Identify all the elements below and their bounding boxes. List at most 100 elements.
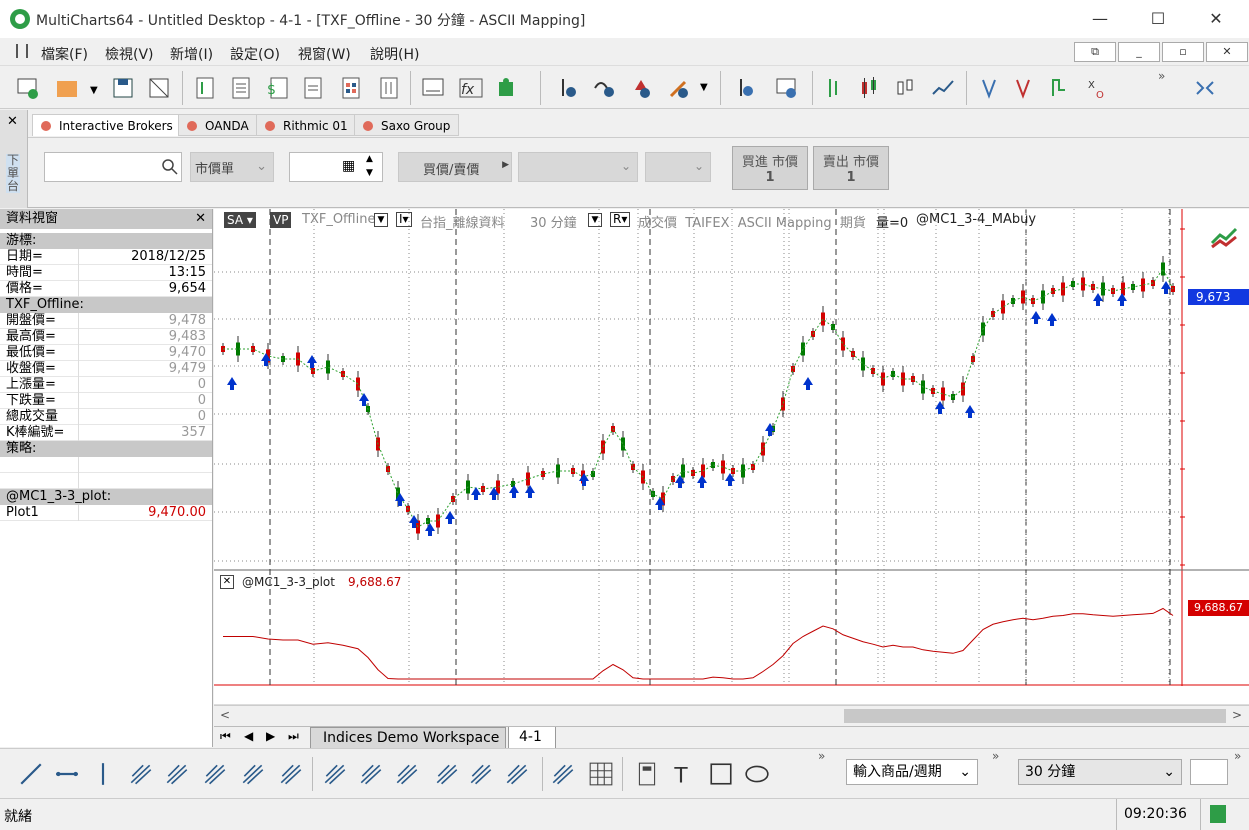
candlestick-icon[interactable] [854, 73, 884, 103]
add-bar-icon[interactable] [552, 73, 582, 103]
collapse-panel-icon[interactable] [1190, 73, 1220, 103]
hollow-candle-icon[interactable] [890, 73, 920, 103]
connection-status-icon[interactable] [1210, 805, 1226, 823]
draw-pen-icon[interactable] [664, 73, 694, 103]
andrews-pitchfork-icon[interactable] [202, 761, 228, 790]
scroll-right-icon[interactable]: > [1232, 708, 1242, 722]
mdi-maximize-icon[interactable]: ▫ [1162, 42, 1204, 62]
tab-indices-demo[interactable]: Indices Demo Workspace [310, 727, 506, 749]
quantity-stepper[interactable]: ▦ ▲ ▼ [289, 152, 383, 182]
toolbar-overflow-icon[interactable]: » [1234, 749, 1241, 763]
doc-icon-4[interactable] [374, 73, 404, 103]
mdi-close-icon[interactable]: ✕ [1206, 42, 1248, 62]
menu-settings[interactable]: 設定(O) [230, 44, 280, 64]
function-icon[interactable]: fx [456, 73, 486, 103]
fib-fan-icon[interactable] [240, 761, 266, 790]
horizontal-scrollbar[interactable]: < > [214, 705, 1249, 726]
chevron-down-icon[interactable]: ▼ [374, 213, 388, 227]
last-tab-icon[interactable]: ⏭ [288, 729, 299, 744]
symbol-input[interactable] [44, 152, 182, 182]
menu-view[interactable]: 檢視(V) [105, 44, 154, 64]
vertical-line-icon[interactable] [90, 761, 116, 790]
broker-tab-oanda[interactable]: OANDA [178, 114, 258, 136]
chevron-down-icon[interactable]: ▼ [588, 213, 602, 227]
instrument-toggle[interactable]: I▾ [396, 212, 412, 227]
renko-icon[interactable] [1008, 73, 1038, 103]
prev-tab-icon[interactable]: ◀ [244, 729, 253, 743]
order-type-select[interactable]: 市價單 ⌄ [190, 152, 274, 182]
line-chart-icon[interactable] [928, 73, 958, 103]
sa-badge[interactable]: SA ▾ [224, 212, 256, 228]
kagi-icon[interactable] [974, 73, 1004, 103]
realtime-toggle[interactable]: R▾ [610, 212, 631, 227]
indicator-window-icon[interactable] [418, 73, 448, 103]
add-signal-icon[interactable] [626, 73, 656, 103]
toolbar-overflow-icon[interactable]: » [1158, 69, 1165, 83]
parallel-lines-icon[interactable] [164, 761, 190, 790]
buy-market-button[interactable]: 買進 市價 1 [732, 146, 808, 190]
maximize-button[interactable]: ☐ [1138, 6, 1178, 32]
strategy-settings-icon[interactable] [730, 73, 760, 103]
close-button[interactable]: ✕ [1196, 6, 1236, 32]
new-chart-icon[interactable] [12, 73, 42, 103]
add-line-icon[interactable] [590, 73, 620, 103]
price-chart[interactable] [214, 209, 1249, 726]
menu-window[interactable]: 視窗(W) [298, 44, 351, 64]
tab-4-1[interactable]: 4-1 [508, 727, 556, 749]
gann-fan-icon[interactable] [278, 761, 304, 790]
draw-dropdown-icon[interactable]: ▼ [700, 82, 708, 93]
folder-dropdown-icon[interactable]: ▼ [90, 85, 98, 96]
channel-icon[interactable] [128, 761, 154, 790]
stepper-up-icon[interactable]: ▲ [366, 154, 373, 164]
stepper-down-icon[interactable]: ▼ [366, 168, 373, 178]
menu-file[interactable]: 檔案(F) [41, 44, 88, 64]
tif-select[interactable]: ⌄ [645, 152, 711, 182]
calculator-icon[interactable]: ▦ [342, 158, 355, 174]
line-break-icon[interactable] [1044, 73, 1074, 103]
doc-icon-1[interactable] [190, 73, 220, 103]
account-select[interactable]: ⌄ [518, 152, 638, 182]
toolbar-overflow-icon[interactable]: » [818, 749, 825, 763]
first-tab-icon[interactable]: ⏮ [220, 729, 231, 744]
scroll-left-icon[interactable]: < [220, 708, 230, 722]
broker-tab-ib[interactable]: Interactive Brokers [32, 114, 182, 136]
open-folder-icon[interactable] [52, 73, 82, 103]
vp-badge[interactable]: VP [270, 212, 292, 228]
point-figure-icon[interactable]: XO [1082, 73, 1112, 103]
window-settings-icon[interactable] [772, 73, 802, 103]
dollar-doc-icon[interactable]: $ [262, 73, 292, 103]
toolbar-overflow-icon[interactable]: » [992, 749, 999, 763]
doc-icon-3[interactable] [298, 73, 328, 103]
grid-tool-icon[interactable] [588, 761, 614, 790]
mdi-minimize-icon[interactable]: _ [1118, 42, 1160, 62]
order-bar-side-label[interactable]: 下單台 [6, 154, 20, 193]
grid-doc-icon[interactable] [336, 73, 366, 103]
ellipse-tool-icon[interactable] [744, 761, 770, 790]
interval-select[interactable]: 30 分鐘 ⌄ [1018, 759, 1182, 785]
trade-signal-icon[interactable] [1210, 223, 1240, 254]
bid-ask-button[interactable]: 買價/賣價 ▶ [398, 152, 512, 182]
fib-time-zones-icon[interactable] [468, 761, 494, 790]
text-tool-icon[interactable]: T [670, 761, 696, 790]
chart-window[interactable]: SA ▾ VP TXF_Offline ▼ I▾ 台指_離線資料 30 分鐘 ▼… [214, 209, 1249, 726]
regression-channel-icon[interactable] [550, 761, 576, 790]
order-bar-close-icon[interactable]: ✕ [7, 114, 18, 129]
broker-tab-rithmic[interactable]: Rithmic 01 [256, 114, 357, 136]
horizontal-line-icon[interactable] [54, 761, 80, 790]
close-icon[interactable]: ✕ [220, 575, 234, 589]
trendline-icon[interactable] [18, 761, 44, 790]
doc-icon-2[interactable] [226, 73, 256, 103]
cycle-lines-icon[interactable] [504, 761, 530, 790]
broker-tab-saxo[interactable]: Saxo Group [354, 114, 460, 136]
rectangle-tool-icon[interactable] [708, 761, 734, 790]
arc-icon[interactable] [434, 761, 460, 790]
angle-line-icon[interactable] [358, 761, 384, 790]
fib-levels-icon[interactable] [322, 761, 348, 790]
menu-insert[interactable]: 新增(I) [170, 44, 213, 64]
next-tab-icon[interactable]: ▶ [266, 729, 275, 743]
menu-help[interactable]: 說明(H) [370, 44, 419, 64]
close-icon[interactable]: ✕ [195, 209, 206, 229]
minimize-button[interactable]: — [1080, 6, 1120, 32]
sell-market-button[interactable]: 賣出 市價 1 [813, 146, 889, 190]
calculator-icon[interactable] [634, 761, 660, 790]
